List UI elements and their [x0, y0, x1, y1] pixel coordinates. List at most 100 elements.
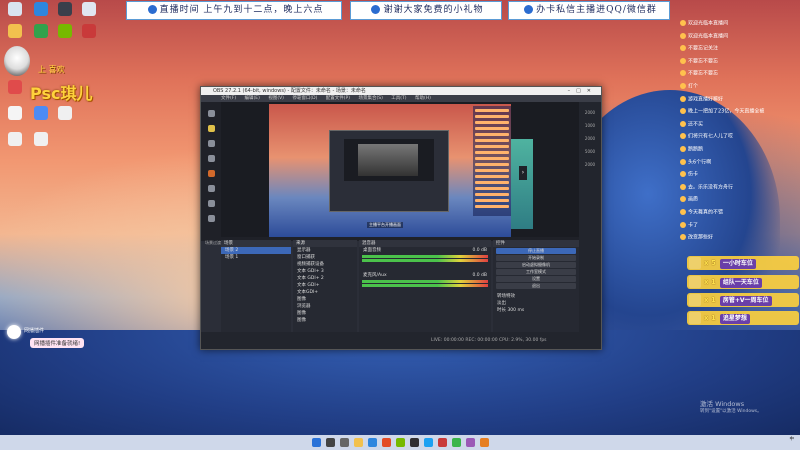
toolbar-icon-3[interactable]	[207, 140, 215, 147]
source-item[interactable]: 窗口捕获	[293, 254, 357, 261]
sources-header: 来源	[293, 240, 357, 247]
start-icon[interactable]	[312, 438, 321, 447]
mixer-dock: 混音器 桌面音频 0.0 dB 麦克风/Aux 0.0 dB	[359, 240, 491, 332]
desktop-icon-app9[interactable]	[2, 80, 28, 95]
obs-preview[interactable]: 主播平台开播画面 ›	[221, 102, 579, 240]
app-icon[interactable]	[438, 438, 447, 447]
toolbar-icon-1[interactable]	[207, 110, 215, 117]
menu-profile[interactable]: 配置文件(P)	[326, 96, 350, 101]
preview-side-panel	[511, 139, 533, 229]
app-icon[interactable]	[480, 438, 489, 447]
user-avatar-icon	[680, 120, 686, 127]
exit-button[interactable]: 退出	[496, 283, 576, 289]
source-item[interactable]: 浏览器	[293, 303, 357, 310]
obs-icon[interactable]	[410, 438, 419, 447]
system-tray[interactable]: 中	[790, 437, 795, 442]
source-item[interactable]: 文本GDI+	[293, 289, 357, 296]
audio-meter	[362, 280, 488, 283]
scene-item[interactable]: 场景 1	[221, 254, 291, 261]
source-item[interactable]: 视频捕获设备	[293, 261, 357, 268]
desktop-icon-recycle[interactable]	[2, 2, 28, 17]
desktop-icon-doc2[interactable]	[28, 106, 54, 121]
settings-button[interactable]: 设置	[496, 276, 576, 282]
toolbar-icon-2[interactable]	[207, 125, 215, 132]
chat-message: 不要忘不要忘	[680, 57, 719, 65]
desktop-icon-doc5[interactable]	[28, 132, 54, 147]
source-item[interactable]: 文本 GDI+ 3	[293, 268, 357, 275]
window-controls[interactable]: –□✕	[568, 87, 597, 95]
menu-edit[interactable]: 编辑(E)	[245, 96, 260, 101]
source-item[interactable]: 图像	[293, 317, 357, 324]
virtual-camera-button[interactable]: 启动虚拟摄像机	[496, 262, 576, 268]
menu-view[interactable]: 视图(V)	[268, 96, 284, 101]
scene-item[interactable]: 场景 2	[221, 247, 291, 254]
plugin-name: 网播插件	[24, 328, 45, 334]
transition-select[interactable]: 淡出	[493, 300, 579, 307]
canvas-label: 主播平台开播画面	[367, 222, 403, 228]
stop-streaming-button[interactable]: 停止直播	[496, 248, 576, 254]
next-icon[interactable]: ›	[519, 166, 527, 180]
sources-dock: 来源 显示器 窗口捕获 视频捕获设备 文本 GDI+ 3 文本 GDI+ 2 文…	[293, 240, 357, 332]
menu-tools[interactable]: 工具(T)	[391, 96, 406, 101]
source-item[interactable]: 图像	[293, 296, 357, 303]
obs-window[interactable]: OBS 27.2.1 (64-bit, windows) - 配置文件：未命名 …	[200, 86, 602, 350]
stat-2: 1000	[584, 123, 596, 128]
desktop-icon-app4[interactable]	[76, 2, 102, 17]
toolbar-icon-5[interactable]	[207, 170, 215, 177]
source-item[interactable]: 文本 GDI+	[293, 282, 357, 289]
chat-text: 头6个行啊	[688, 159, 712, 166]
user-avatar-icon	[680, 108, 686, 115]
taskview-icon[interactable]	[340, 438, 349, 447]
toolbar-icon-4[interactable]	[207, 155, 215, 162]
studio-mode-button[interactable]: 工作室模式	[496, 269, 576, 275]
chat-text: 改变那些好	[688, 234, 714, 241]
activation-watermark: 激活 Windows 转到"设置"以激活 Windows。	[700, 400, 762, 416]
toolbar-icon-8[interactable]	[207, 215, 215, 222]
menu-file[interactable]: 文件(F)	[221, 96, 236, 101]
desktop-icon-app6[interactable]	[28, 24, 54, 39]
source-item[interactable]: 图像	[293, 310, 357, 317]
menu-dock[interactable]: 停靠窗口(D)	[292, 96, 317, 101]
edge-icon[interactable]	[368, 438, 377, 447]
start-recording-button[interactable]: 开始录制	[496, 255, 576, 261]
obs-title: OBS 27.2.1 (64-bit, windows) - 配置文件：未命名 …	[213, 88, 366, 94]
chat-message: 头6个行啊	[680, 158, 712, 166]
app-icon[interactable]	[424, 438, 433, 447]
menu-help[interactable]: 帮助(H)	[415, 96, 431, 101]
desktop-icon-nvidia[interactable]	[52, 24, 78, 39]
source-item[interactable]: 文本 GDI+ 2	[293, 275, 357, 282]
banner-schedule: 直播时间 上午九到十二点，晚上六点	[126, 1, 342, 20]
desktop-icon-app8[interactable]	[76, 24, 102, 39]
toolbar-icon-7[interactable]	[207, 200, 215, 207]
chat-text: 不要忘不要忘	[688, 58, 719, 65]
app-icon[interactable]	[382, 438, 391, 447]
app-icon[interactable]	[452, 438, 461, 447]
desktop-icon-doc4[interactable]	[2, 132, 28, 147]
desktop-icon-edge[interactable]	[28, 2, 54, 17]
obs-titlebar[interactable]: OBS 27.2.1 (64-bit, windows) - 配置文件：未命名 …	[201, 87, 601, 95]
stat-5: 2000	[584, 162, 596, 167]
user-avatar-icon	[680, 234, 686, 241]
user-avatar-icon	[680, 70, 686, 77]
explorer-icon[interactable]	[354, 438, 363, 447]
source-item[interactable]: 显示器	[293, 247, 357, 254]
chat-text: 伤卡	[688, 171, 699, 178]
gift-icon	[689, 257, 701, 269]
chat-text: 欢迎光临本直播间	[688, 33, 729, 40]
menu-scenes[interactable]: 场景集合(S)	[358, 96, 382, 101]
desktop-icon-app3[interactable]	[52, 2, 78, 17]
toolbar-icon-6[interactable]	[207, 185, 215, 192]
gift-icon	[689, 312, 701, 324]
audio-meter	[362, 255, 488, 258]
desktop-icon-doc1[interactable]	[2, 106, 28, 121]
desktop-icon-doc3[interactable]	[52, 106, 78, 121]
scenes-header: 场景	[221, 240, 291, 247]
search-icon[interactable]	[326, 438, 335, 447]
gift-row: x 1 房管+V一周车位	[687, 293, 799, 307]
app-icon[interactable]	[466, 438, 475, 447]
desktop-icon-folder[interactable]	[2, 24, 28, 39]
chat-text: 不要忘记关注	[688, 45, 719, 52]
user-avatar-icon	[680, 158, 686, 165]
app-icon[interactable]	[396, 438, 405, 447]
transition-duration[interactable]: 时长 300 ms	[493, 307, 579, 314]
